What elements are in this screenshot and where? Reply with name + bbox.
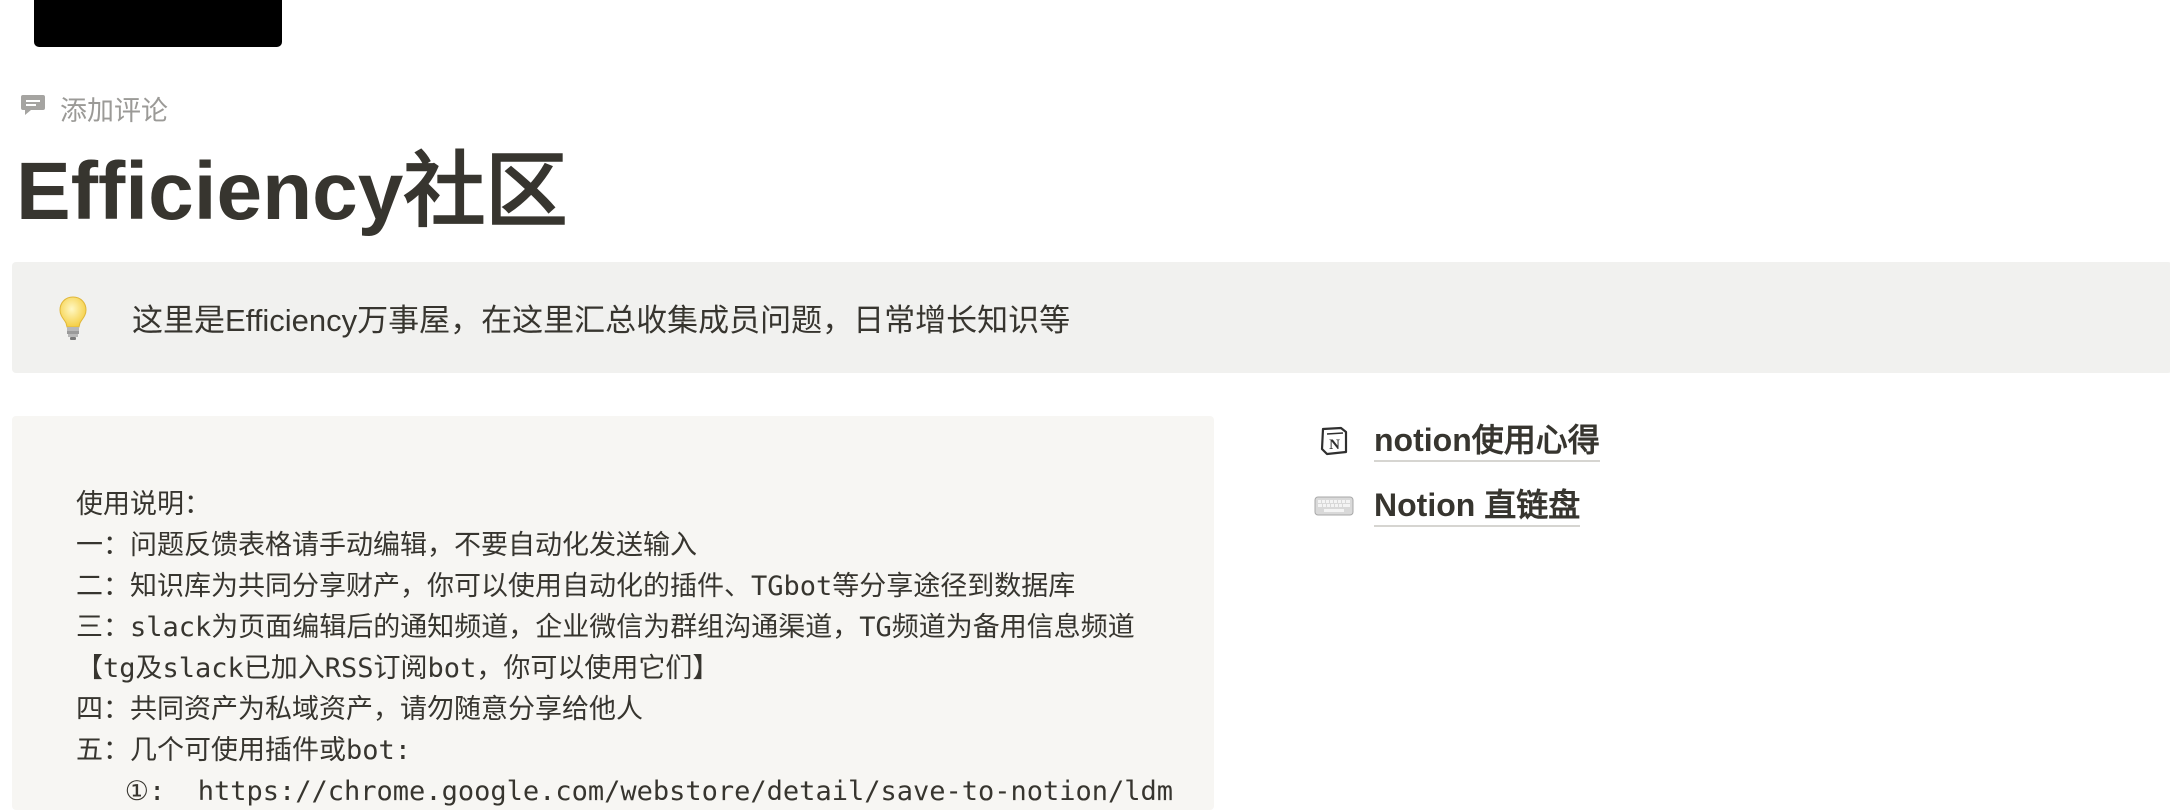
- code-line: 五：几个可使用插件或bot:: [76, 735, 412, 766]
- code-line: 四：共同资产为私域资产，请勿随意分享给他人: [76, 694, 643, 725]
- keyboard-icon: [1312, 495, 1356, 517]
- lightbulb-icon: [42, 295, 104, 341]
- add-comment-label: 添加评论: [60, 95, 168, 126]
- page-link-notion-tips[interactable]: N notion使用心得: [1312, 416, 1600, 466]
- code-line: 二：知识库为共同分享财产，你可以使用自动化的插件、TGbot等分享途径到数据库: [76, 571, 1076, 602]
- page-title[interactable]: Efficiency社区: [16, 140, 567, 244]
- callout-text[interactable]: 这里是Efficiency万事屋，在这里汇总收集成员问题，日常增长知识等: [132, 295, 1070, 340]
- comment-icon: [20, 93, 46, 124]
- code-line: 三：slack为页面编辑后的通知频道，企业微信为群组沟通渠道，TG频道为备用信息…: [76, 612, 1135, 643]
- page-link-label: Notion 直链盘: [1374, 485, 1581, 527]
- page-link-label: notion使用心得: [1374, 420, 1600, 462]
- add-comment-button[interactable]: 添加评论: [20, 88, 168, 128]
- svg-text:N: N: [1329, 437, 1340, 453]
- code-line: 一：问题反馈表格请手动编辑，不要自动化发送输入: [76, 530, 697, 561]
- code-line: ①: https://chrome.google.com/webstore/de…: [76, 776, 1174, 807]
- callout-block[interactable]: 这里是Efficiency万事屋，在这里汇总收集成员问题，日常增长知识等: [12, 262, 2170, 373]
- notion-logo-icon: N: [1312, 426, 1356, 456]
- code-line: 【tg及slack已加入RSS订阅bot，你可以使用它们】: [76, 653, 720, 684]
- page-link-notion-drive[interactable]: Notion 直链盘: [1312, 481, 1581, 531]
- code-line: 使用说明：: [76, 489, 211, 520]
- page-icon-cover[interactable]: [34, 0, 282, 47]
- code-block[interactable]: 使用说明： 一：问题反馈表格请手动编辑，不要自动化发送输入 二：知识库为共同分享…: [12, 416, 1214, 810]
